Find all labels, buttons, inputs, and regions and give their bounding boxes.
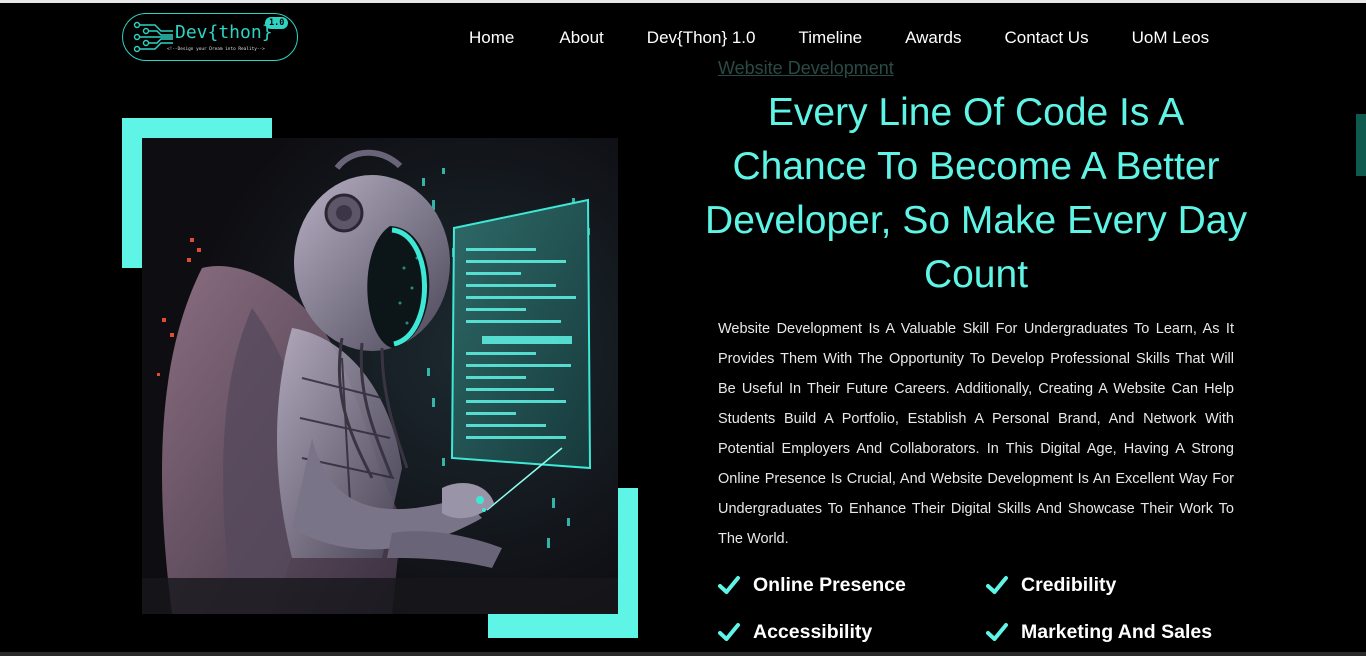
feature-item: Accessibility <box>718 617 986 647</box>
feature-label: Credibility <box>1021 573 1117 596</box>
feature-item: Online Presence <box>718 570 986 600</box>
page: Dev{thon} 1.0 <!--Design your Dream into… <box>0 0 1366 656</box>
logo-text: Dev{thon} <box>175 22 273 43</box>
logo-tagline: <!--Design your Dream into Reality--> <box>167 47 265 52</box>
top-border <box>0 0 1366 3</box>
check-icon <box>986 576 1008 594</box>
check-icon <box>718 623 740 641</box>
main-nav: Home About Dev{Thon} 1.0 Timeline Awards… <box>469 28 1209 48</box>
nav-devthon[interactable]: Dev{Thon} 1.0 <box>647 28 756 48</box>
scroll-indicator[interactable] <box>1356 114 1366 176</box>
hero-headline: Every Line Of Code Is A Chance To Become… <box>705 91 1247 296</box>
check-icon <box>718 576 740 594</box>
nav-timeline[interactable]: Timeline <box>799 28 863 48</box>
hero-image <box>142 138 618 614</box>
feature-list: Online Presence Credibility Accessibilit… <box>718 570 1258 647</box>
bottom-border <box>0 652 1366 656</box>
feature-item: Marketing And Sales <box>986 617 1254 647</box>
feature-label: Accessibility <box>753 620 873 643</box>
section-eyebrow: Website Development <box>718 58 894 78</box>
nav-awards[interactable]: Awards <box>905 28 961 48</box>
nav-contact-us[interactable]: Contact Us <box>1005 28 1089 48</box>
nav-home[interactable]: Home <box>469 28 514 48</box>
logo[interactable]: Dev{thon} 1.0 <!--Design your Dream into… <box>122 13 298 61</box>
version-badge: 1.0 <box>265 17 289 29</box>
feature-label: Marketing And Sales <box>1021 620 1213 643</box>
feature-label: Online Presence <box>753 573 906 596</box>
check-icon <box>986 623 1008 641</box>
nav-about[interactable]: About <box>559 28 603 48</box>
robot-coding-illustration <box>142 138 618 614</box>
nav-uom-leos[interactable]: UoM Leos <box>1132 28 1209 48</box>
hero-description: Website Development Is A Valuable Skill … <box>718 321 1234 547</box>
feature-item: Credibility <box>986 570 1254 600</box>
